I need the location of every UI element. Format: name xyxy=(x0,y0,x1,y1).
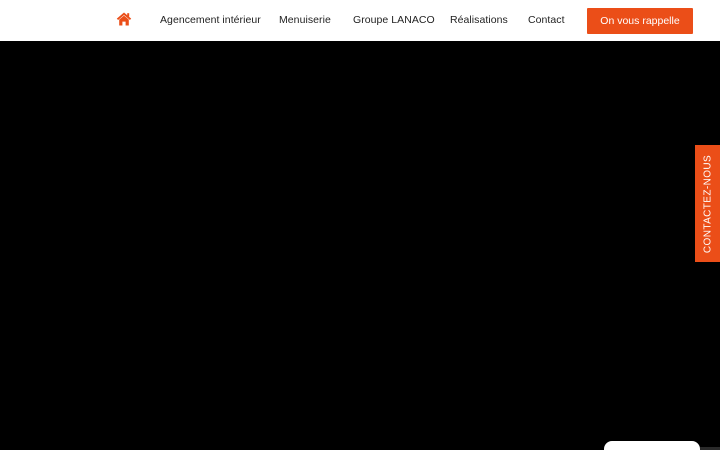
home-link[interactable] xyxy=(116,11,132,27)
nav-contact[interactable]: Contact xyxy=(528,13,565,27)
callback-button[interactable]: On vous rappelle xyxy=(587,8,693,34)
bottom-widget-tab[interactable] xyxy=(604,441,700,450)
nav-groupe-lanaco[interactable]: Groupe LANACO xyxy=(353,13,435,27)
side-tab-label: CONTACTEZ-NOUS xyxy=(702,154,713,253)
nav-agencement-interieur[interactable]: Agencement intérieur xyxy=(160,13,261,27)
page: Agencement intérieur Menuiserie Groupe L… xyxy=(0,0,720,450)
hero-section xyxy=(0,41,720,450)
home-icon xyxy=(116,11,132,27)
site-header: Agencement intérieur Menuiserie Groupe L… xyxy=(0,0,720,41)
nav-realisations[interactable]: Réalisations xyxy=(450,13,508,27)
nav-menuiserie[interactable]: Menuiserie xyxy=(279,13,331,27)
contact-side-tab[interactable]: CONTACTEZ-NOUS xyxy=(695,145,720,262)
